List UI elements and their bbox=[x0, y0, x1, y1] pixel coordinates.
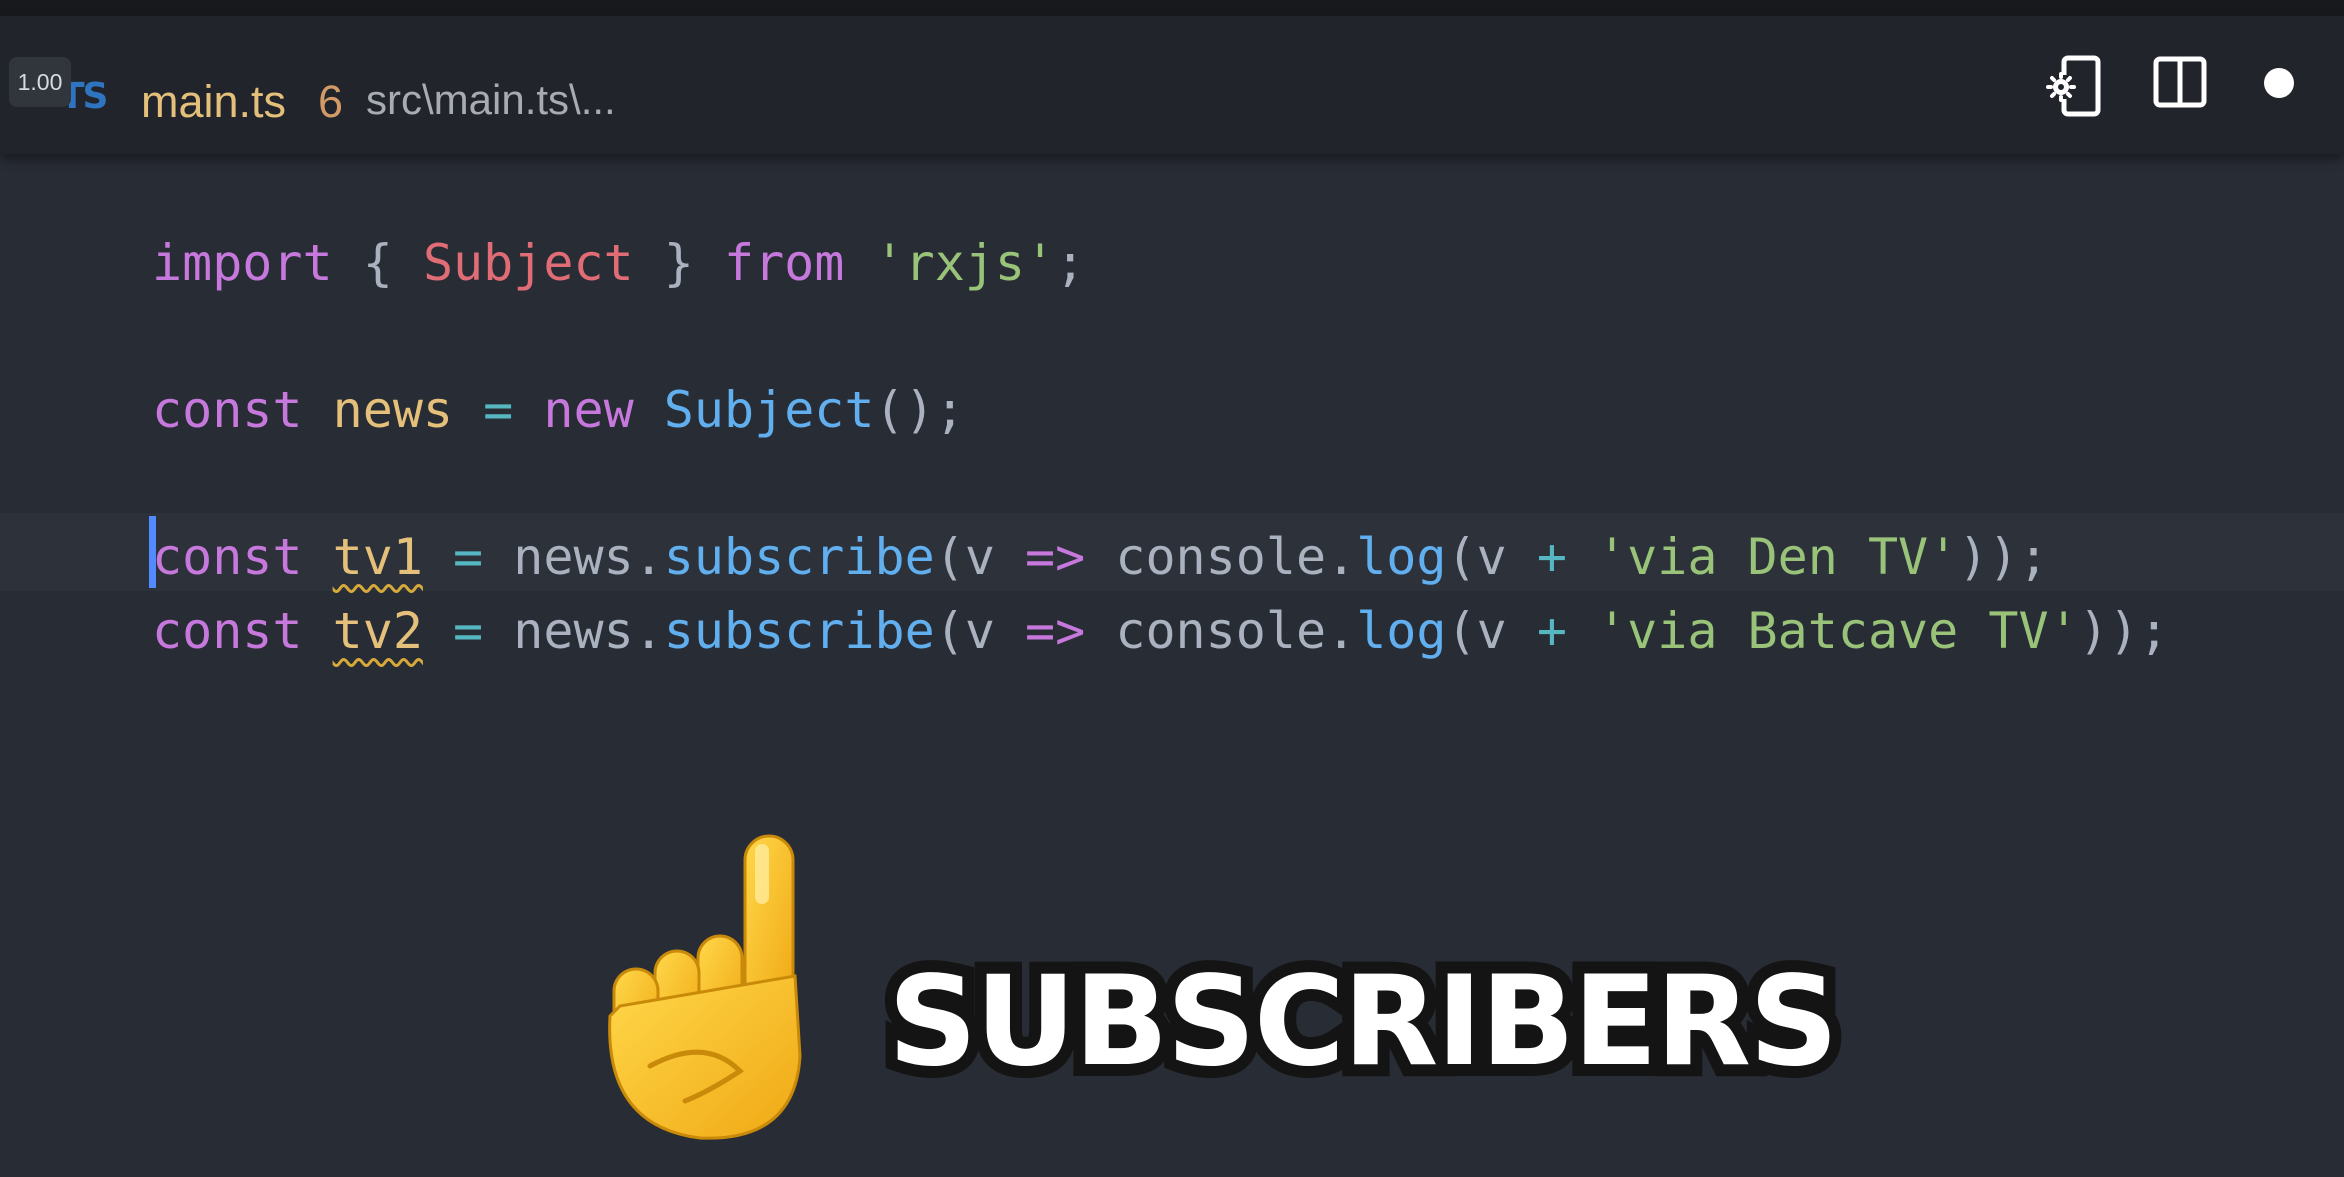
keyword-import: import bbox=[152, 234, 333, 292]
log-arg-open: (v bbox=[1446, 602, 1537, 660]
method-log: log bbox=[1356, 602, 1447, 660]
arrow-operator: => bbox=[1025, 602, 1086, 660]
pointing-up-hand-icon bbox=[608, 834, 802, 1140]
playback-speed-badge[interactable]: 1.00 bbox=[9, 57, 71, 107]
brace-close: } bbox=[633, 234, 724, 292]
method-log: log bbox=[1356, 528, 1447, 586]
method-subscribe: subscribe bbox=[663, 528, 935, 586]
object-console: console. bbox=[1085, 602, 1357, 660]
code-line-2: const news = new Subject(); bbox=[152, 375, 965, 445]
arrow-operator: => bbox=[1025, 528, 1086, 586]
class-subject: Subject bbox=[422, 234, 634, 292]
keyword-from: from bbox=[723, 234, 845, 292]
video-frame: 1.00 TS main.ts 6 src\main.ts\... import… bbox=[0, 0, 2344, 1177]
tab-filename[interactable]: main.ts bbox=[141, 76, 286, 128]
param-open: (v bbox=[934, 528, 1026, 586]
subscribers-caption: SUBSCRIBERS bbox=[876, 938, 1850, 1106]
code-line-1: import { Subject } from 'rxjs'; bbox=[152, 228, 1085, 298]
variable-news: news bbox=[332, 381, 454, 439]
variable-tv1: tv1 bbox=[332, 528, 423, 586]
code-line-4: const tv2 = news.subscribe(v => console.… bbox=[152, 596, 2169, 666]
keyword-const: const bbox=[152, 528, 303, 586]
equals: = bbox=[453, 528, 484, 586]
variable-tv2: tv2 bbox=[332, 602, 423, 660]
equals: = bbox=[483, 381, 514, 439]
window-top-strip bbox=[0, 0, 2344, 16]
param-open: (v bbox=[934, 602, 1026, 660]
brace-open: { bbox=[332, 234, 423, 292]
object-news: news. bbox=[513, 528, 664, 586]
module-string: 'rxjs' bbox=[874, 234, 1056, 292]
phone-settings-icon[interactable] bbox=[2046, 55, 2104, 119]
semicolon: ; bbox=[1055, 234, 1086, 292]
constructor-subject: Subject bbox=[663, 381, 875, 439]
plus-operator: + bbox=[1536, 528, 1567, 586]
editor-tab-bar: 1.00 TS main.ts 6 src\main.ts\... bbox=[0, 16, 2344, 154]
call-parens: (); bbox=[874, 381, 965, 439]
tab-problem-count: 6 bbox=[318, 76, 344, 127]
keyword-new: new bbox=[543, 381, 634, 439]
method-subscribe: subscribe bbox=[663, 602, 935, 660]
equals: = bbox=[453, 602, 484, 660]
split-editor-icon[interactable] bbox=[2152, 55, 2208, 111]
string-den-tv: 'via Den TV' bbox=[1597, 528, 1959, 586]
tab-path: src\main.ts\... bbox=[366, 76, 616, 123]
object-console: console. bbox=[1085, 528, 1357, 586]
keyword-const: const bbox=[152, 381, 303, 439]
code-line-3: const tv1 = news.subscribe(v => console.… bbox=[152, 522, 2049, 592]
keyword-const: const bbox=[152, 602, 303, 660]
unsaved-dot-icon[interactable] bbox=[2262, 66, 2296, 100]
closing-parens: )); bbox=[1958, 528, 2049, 586]
closing-parens: )); bbox=[2078, 602, 2169, 660]
string-batcave-tv: 'via Batcave TV' bbox=[1597, 602, 2079, 660]
plus-operator: + bbox=[1536, 602, 1567, 660]
text-cursor bbox=[149, 516, 156, 588]
log-arg-open: (v bbox=[1446, 528, 1537, 586]
object-news: news. bbox=[513, 602, 664, 660]
